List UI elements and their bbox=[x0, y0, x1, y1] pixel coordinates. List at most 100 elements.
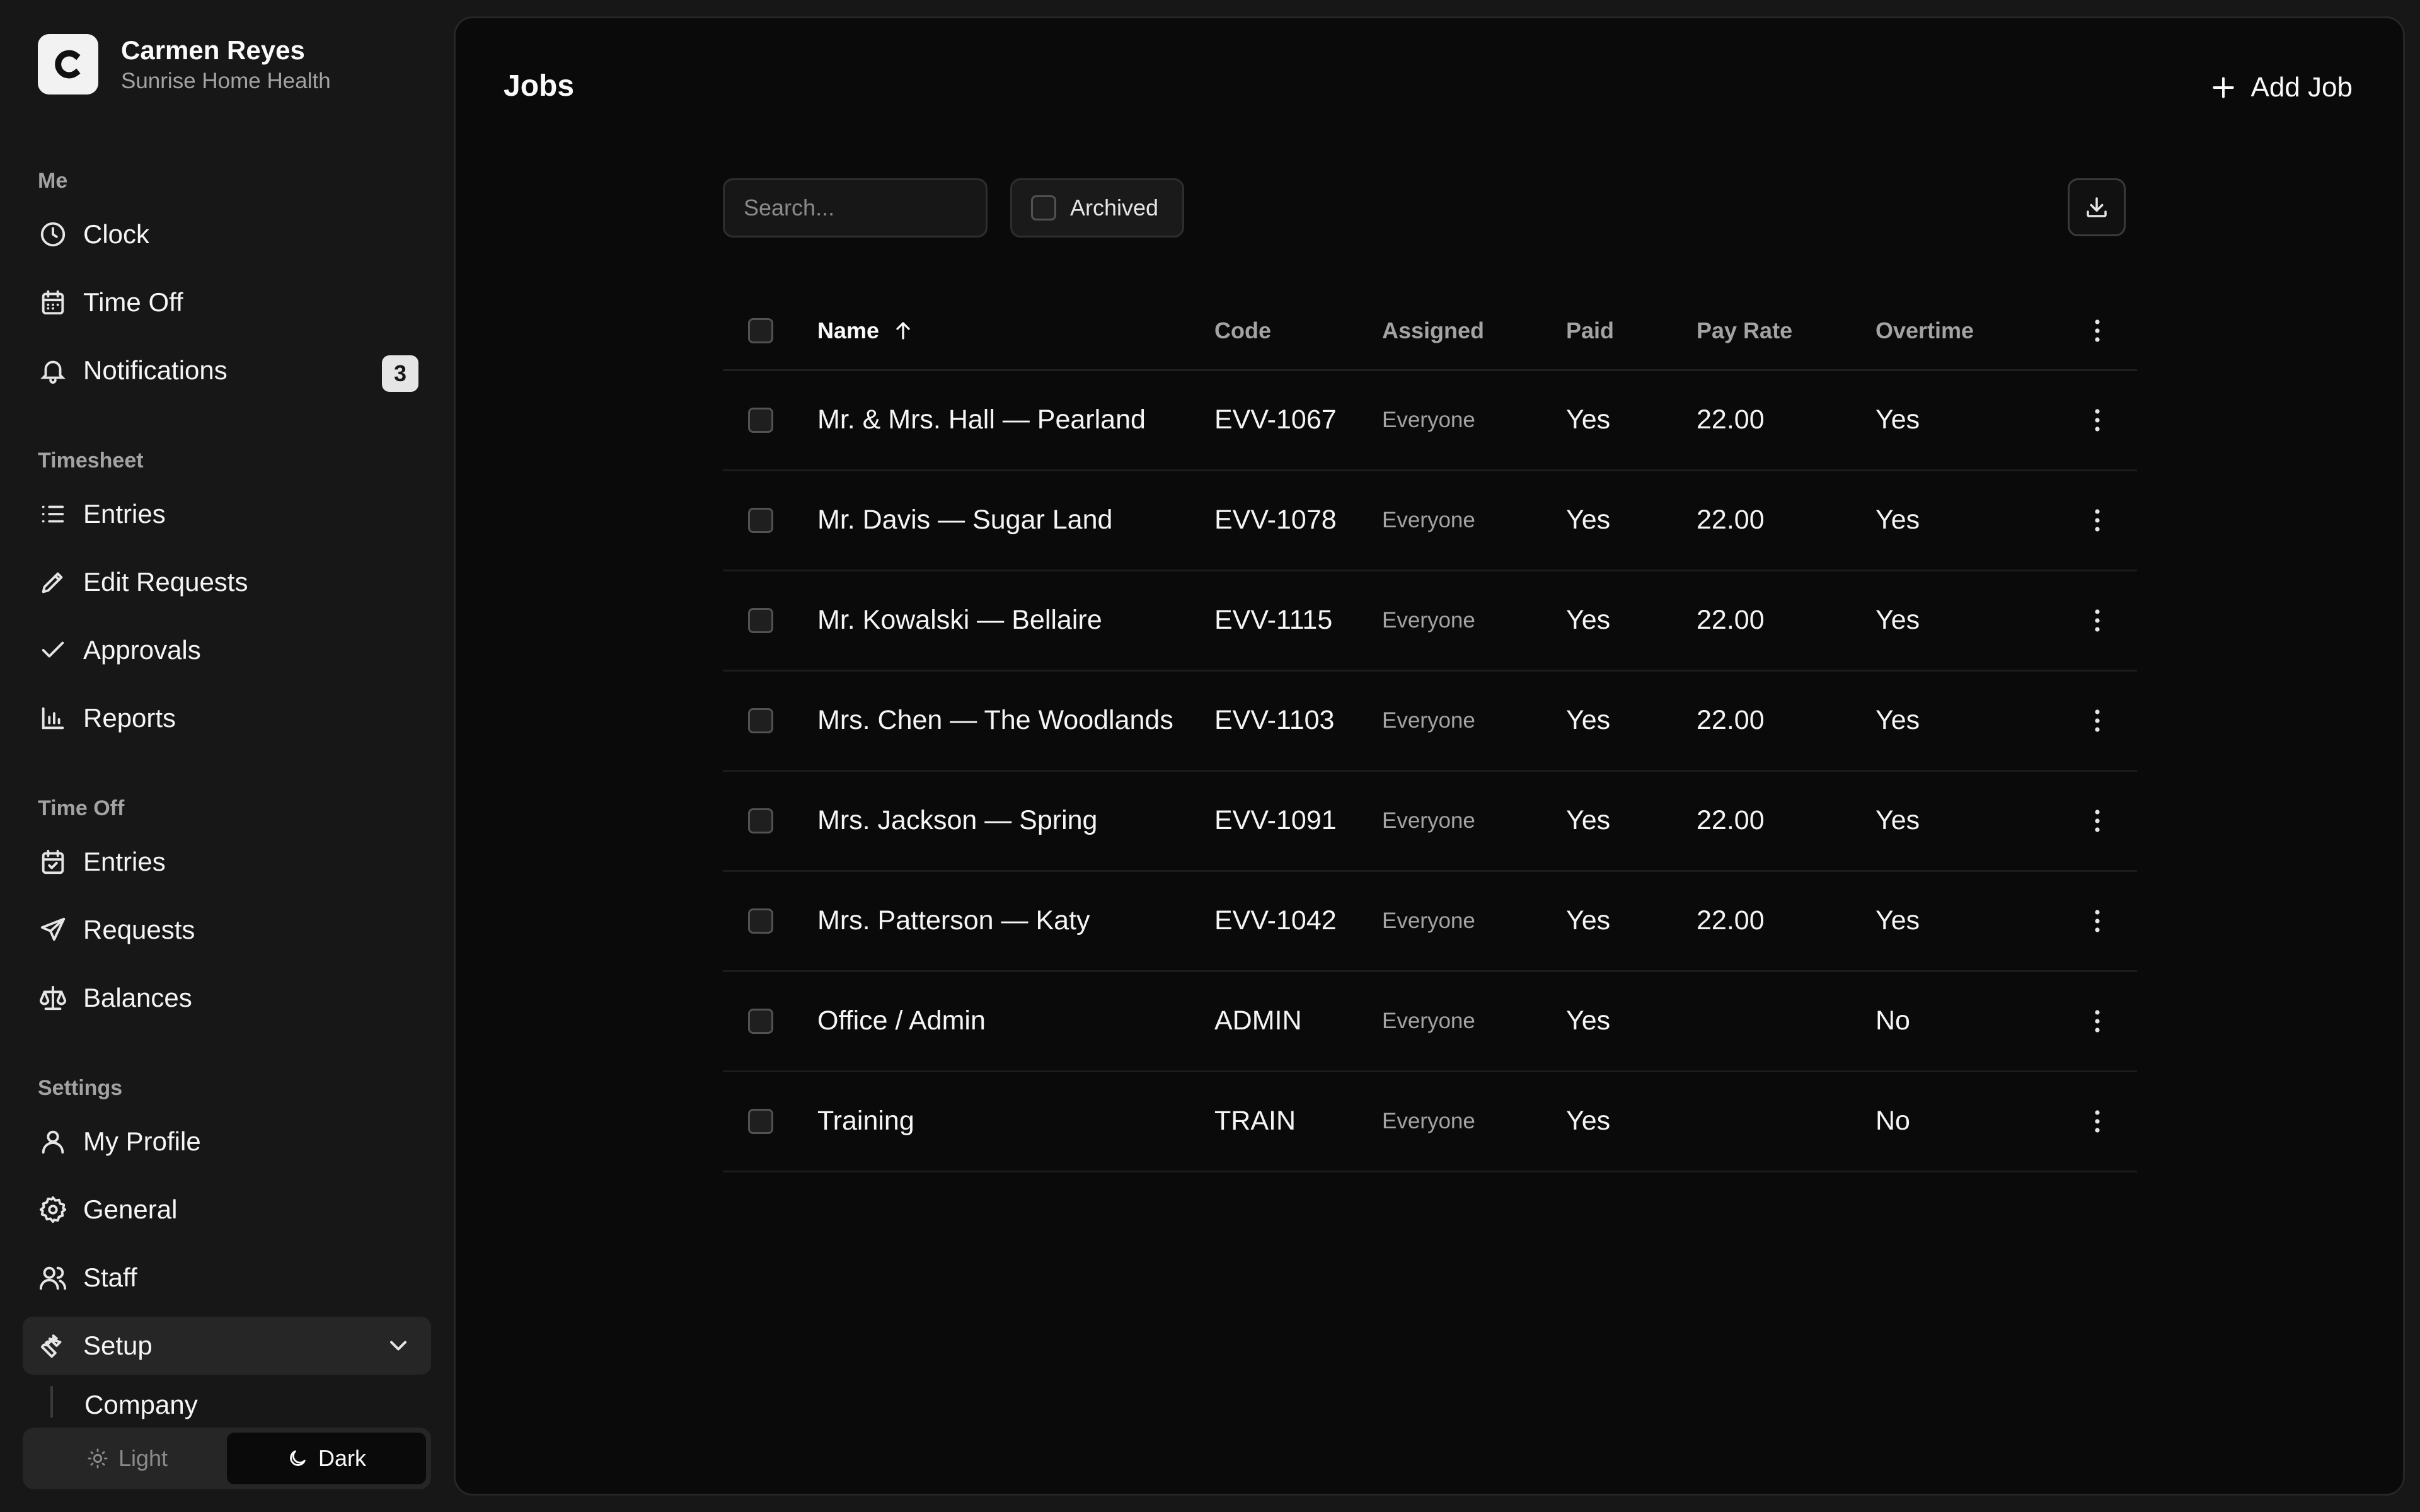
job-code: EVV-1115 bbox=[1214, 570, 1382, 672]
sidebar-item-edit-requests[interactable]: Edit Requests bbox=[23, 553, 431, 611]
column-header-paid[interactable]: Paid bbox=[1566, 293, 1697, 371]
job-overtime: Yes bbox=[1876, 570, 2066, 672]
sidebar-item-time-off[interactable]: Time Off bbox=[23, 273, 431, 331]
more-vertical-icon[interactable] bbox=[2082, 405, 2112, 435]
more-vertical-icon[interactable] bbox=[2082, 906, 2112, 936]
row-checkbox[interactable] bbox=[748, 908, 773, 934]
job-paid: Yes bbox=[1566, 770, 1697, 872]
job-name: Mr. Davis — Sugar Land bbox=[817, 470, 1214, 571]
gear-icon bbox=[38, 1194, 68, 1225]
more-vertical-icon[interactable] bbox=[2082, 1106, 2112, 1137]
list-icon bbox=[38, 499, 68, 529]
archived-filter-toggle[interactable]: Archived bbox=[1010, 178, 1184, 238]
column-header-pay-rate[interactable]: Pay Rate bbox=[1697, 293, 1876, 371]
sidebar-item-clock[interactable]: Clock bbox=[23, 205, 431, 263]
sidebar-item-notifications[interactable]: Notifications 3 bbox=[23, 341, 431, 399]
sidebar-item-label: General bbox=[83, 1194, 178, 1224]
sun-icon bbox=[88, 1448, 108, 1469]
sidebar-item-staff[interactable]: Staff bbox=[23, 1249, 431, 1307]
job-name: Office / Admin bbox=[817, 971, 1214, 1072]
job-overtime: Yes bbox=[1876, 770, 2066, 872]
job-code: ADMIN bbox=[1214, 971, 1382, 1072]
more-vertical-icon[interactable] bbox=[2082, 605, 2112, 636]
sidebar-item-timesheet-entries[interactable]: Entries bbox=[23, 485, 431, 543]
table-row[interactable]: Office / Admin ADMIN Everyone Yes No bbox=[723, 971, 2137, 1072]
job-assigned: Everyone bbox=[1382, 770, 1566, 872]
job-pay-rate: 22.00 bbox=[1697, 770, 1876, 872]
more-vertical-icon[interactable] bbox=[2082, 806, 2112, 836]
job-pay-rate: 22.00 bbox=[1697, 570, 1876, 672]
table-row[interactable]: Mr. Kowalski — Bellaire EVV-1115 Everyon… bbox=[723, 570, 2137, 672]
search-input[interactable] bbox=[723, 178, 988, 238]
row-checkbox[interactable] bbox=[748, 607, 773, 633]
section-timesheet: Timesheet bbox=[38, 449, 144, 472]
job-paid: Yes bbox=[1566, 1071, 1697, 1172]
sidebar-item-label: Entries bbox=[83, 847, 166, 876]
job-overtime: Yes bbox=[1876, 871, 2066, 972]
more-vertical-icon[interactable] bbox=[2082, 1006, 2112, 1036]
sidebar-item-my-profile[interactable]: My Profile bbox=[23, 1113, 431, 1171]
row-checkbox[interactable] bbox=[748, 707, 773, 733]
add-job-label: Add Job bbox=[2250, 72, 2353, 103]
row-checkbox[interactable] bbox=[748, 1108, 773, 1134]
column-header-code[interactable]: Code bbox=[1214, 293, 1382, 371]
job-assigned: Everyone bbox=[1382, 670, 1566, 772]
job-overtime: No bbox=[1876, 971, 2066, 1072]
table-row[interactable]: Training TRAIN Everyone Yes No bbox=[723, 1071, 2137, 1172]
sidebar-item-balances[interactable]: Balances bbox=[23, 969, 431, 1027]
calendar-check-icon bbox=[38, 847, 68, 877]
row-checkbox[interactable] bbox=[748, 1008, 773, 1034]
sidebar-subitem-company[interactable]: Company bbox=[84, 1386, 198, 1421]
table-row[interactable]: Mr. Davis — Sugar Land EVV-1078 Everyone… bbox=[723, 470, 2137, 571]
sidebar-item-label: Clock bbox=[83, 219, 150, 249]
row-checkbox[interactable] bbox=[748, 808, 773, 833]
sidebar-item-label: Setup bbox=[83, 1331, 153, 1360]
sidebar-item-label: Balances bbox=[83, 983, 192, 1012]
table-row[interactable]: Mrs. Jackson — Spring EVV-1091 Everyone … bbox=[723, 770, 2137, 872]
column-header-assigned[interactable]: Assigned bbox=[1382, 293, 1566, 371]
sidebar-item-approvals[interactable]: Approvals bbox=[23, 621, 431, 679]
archived-checkbox[interactable] bbox=[1031, 195, 1056, 220]
job-assigned: Everyone bbox=[1382, 470, 1566, 571]
sidebar-item-label: Approvals bbox=[83, 635, 201, 665]
download-button[interactable] bbox=[2068, 178, 2126, 236]
job-assigned: Everyone bbox=[1382, 871, 1566, 972]
job-paid: Yes bbox=[1566, 971, 1697, 1072]
brand[interactable]: Carmen Reyes Sunrise Home Health bbox=[38, 34, 331, 94]
more-vertical-icon[interactable] bbox=[2082, 706, 2112, 736]
job-name: Mr. & Mrs. Hall — Pearland bbox=[817, 370, 1214, 471]
theme-light-button[interactable]: Light bbox=[28, 1433, 227, 1484]
more-vertical-icon[interactable] bbox=[2082, 316, 2112, 346]
job-pay-rate bbox=[1697, 971, 1876, 1072]
chevron-down-icon[interactable] bbox=[384, 1332, 412, 1360]
theme-dark-label: Dark bbox=[318, 1445, 366, 1471]
sidebar-item-label: Entries bbox=[83, 499, 166, 529]
sidebar-item-reports[interactable]: Reports bbox=[23, 689, 431, 747]
sidebar-item-general[interactable]: General bbox=[23, 1181, 431, 1239]
theme-dark-button[interactable]: Dark bbox=[227, 1433, 426, 1484]
user-name: Carmen Reyes bbox=[121, 35, 305, 65]
job-pay-rate bbox=[1697, 1071, 1876, 1172]
more-vertical-icon[interactable] bbox=[2082, 505, 2112, 536]
job-paid: Yes bbox=[1566, 370, 1697, 471]
row-checkbox[interactable] bbox=[748, 507, 773, 533]
table-row[interactable]: Mrs. Chen — The Woodlands EVV-1103 Every… bbox=[723, 670, 2137, 772]
column-header-name[interactable]: Name bbox=[817, 293, 1214, 371]
calendar-icon bbox=[38, 287, 68, 318]
job-code: EVV-1067 bbox=[1214, 370, 1382, 471]
job-assigned: Everyone bbox=[1382, 971, 1566, 1072]
table-row[interactable]: Mr. & Mrs. Hall — Pearland EVV-1067 Ever… bbox=[723, 370, 2137, 471]
page-title: Jobs bbox=[504, 69, 575, 103]
sidebar-item-label: Requests bbox=[83, 915, 195, 944]
select-all-checkbox[interactable] bbox=[748, 318, 773, 344]
job-code: EVV-1103 bbox=[1214, 670, 1382, 772]
job-code: TRAIN bbox=[1214, 1071, 1382, 1172]
add-job-button[interactable]: Add Job bbox=[2197, 56, 2365, 119]
sidebar-item-time-off-entries[interactable]: Entries bbox=[23, 833, 431, 891]
table-header-row: Name Code Assigned Paid Pay Rate Overtim… bbox=[723, 293, 2137, 371]
table-row[interactable]: Mrs. Patterson — Katy EVV-1042 Everyone … bbox=[723, 871, 2137, 972]
sidebar-item-requests[interactable]: Requests bbox=[23, 901, 431, 959]
row-checkbox[interactable] bbox=[748, 407, 773, 433]
column-header-overtime[interactable]: Overtime bbox=[1876, 293, 2066, 371]
sidebar-item-setup[interactable]: Setup bbox=[23, 1317, 431, 1375]
